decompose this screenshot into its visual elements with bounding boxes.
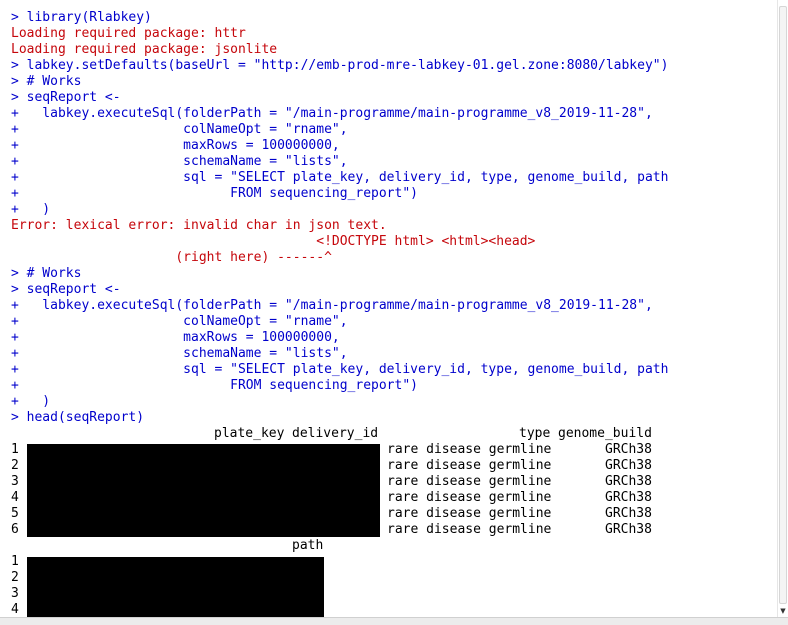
header-plate-key: plate_key xyxy=(214,426,285,441)
console-input-line: + schemaName = "lists", xyxy=(11,154,348,169)
genome-build-cell: GRCh38 xyxy=(605,442,652,457)
console-input-line: + labkey.executeSql(folderPath = "/main-… xyxy=(11,106,653,121)
row-index: 5 xyxy=(11,506,19,521)
type-cell: rare disease germline xyxy=(387,474,552,489)
console-input-line: + sql = "SELECT plate_key, delivery_id, … xyxy=(11,170,669,185)
row-index: 1 xyxy=(11,442,19,457)
type-cell: rare disease germline xyxy=(387,522,552,537)
genome-build-cell: GRCh38 xyxy=(605,522,652,537)
row-index: 6 xyxy=(11,522,19,537)
console-message-line: Loading required package: jsonlite xyxy=(11,42,278,57)
console-input-line: + maxRows = 100000000, xyxy=(11,138,340,153)
console-input-line: + ) xyxy=(11,394,51,409)
console-input-line: + maxRows = 100000000, xyxy=(11,330,340,345)
console-input-line: > labkey.setDefaults(baseUrl = "http://e… xyxy=(11,58,669,73)
type-cell: rare disease germline xyxy=(387,442,552,457)
console-input-line: > head(seqReport) xyxy=(11,410,145,425)
r-console[interactable]: > library(Rlabkey) Loading required packa… xyxy=(0,0,778,618)
console-input-line: + colNameOpt = "rname", xyxy=(11,122,348,137)
console-input-line: + ) xyxy=(11,202,51,217)
header-genome-build: genome_build xyxy=(558,426,652,441)
row-index: 3 xyxy=(11,586,19,601)
console-message-line: <!DOCTYPE html> <html><head> xyxy=(11,234,536,249)
console-input-line: + FROM sequencing_report") xyxy=(11,378,418,393)
scrollbar-thumb[interactable] xyxy=(779,6,787,604)
horizontal-scrollbar[interactable] xyxy=(0,617,788,625)
console-input-line: + colNameOpt = "rname", xyxy=(11,314,348,329)
row-index: 2 xyxy=(11,570,19,585)
redacted-block-path xyxy=(27,557,324,618)
console-input-line: > # Works xyxy=(11,266,82,281)
scroll-down-arrow-icon[interactable]: ▼ xyxy=(778,606,788,616)
console-message-line: (right here) ------^ xyxy=(11,250,332,265)
console-input-line: > seqReport <- xyxy=(11,90,121,105)
row-index: 4 xyxy=(11,490,19,505)
console-input-line: + FROM sequencing_report") xyxy=(11,186,418,201)
console-input-line: > library(Rlabkey) xyxy=(11,10,152,25)
row-index: 2 xyxy=(11,458,19,473)
console-message-line: Loading required package: httr xyxy=(11,26,246,41)
type-cell: rare disease germline xyxy=(387,490,552,505)
genome-build-cell: GRCh38 xyxy=(605,474,652,489)
vertical-scrollbar[interactable]: ▼ xyxy=(777,0,788,618)
header-path: path xyxy=(292,538,324,553)
type-cell: rare disease germline xyxy=(387,458,552,473)
console-input-line: + schemaName = "lists", xyxy=(11,346,348,361)
row-index: 3 xyxy=(11,474,19,489)
console-input-line: > seqReport <- xyxy=(11,282,121,297)
redacted-block-plate-delivery xyxy=(27,444,380,537)
row-index: 1 xyxy=(11,554,19,569)
console-input-line: > # Works xyxy=(11,74,82,89)
header-type: type xyxy=(519,426,551,441)
type-cell: rare disease germline xyxy=(387,506,552,521)
genome-build-cell: GRCh38 xyxy=(605,490,652,505)
console-message-line: Error: lexical error: invalid char in js… xyxy=(11,218,387,233)
console-input-line: + sql = "SELECT plate_key, delivery_id, … xyxy=(11,362,669,377)
genome-build-cell: GRCh38 xyxy=(605,506,652,521)
genome-build-cell: GRCh38 xyxy=(605,458,652,473)
console-input-line: + labkey.executeSql(folderPath = "/main-… xyxy=(11,298,653,313)
header-delivery-id: delivery_id xyxy=(292,426,379,441)
row-index: 4 xyxy=(11,602,19,617)
